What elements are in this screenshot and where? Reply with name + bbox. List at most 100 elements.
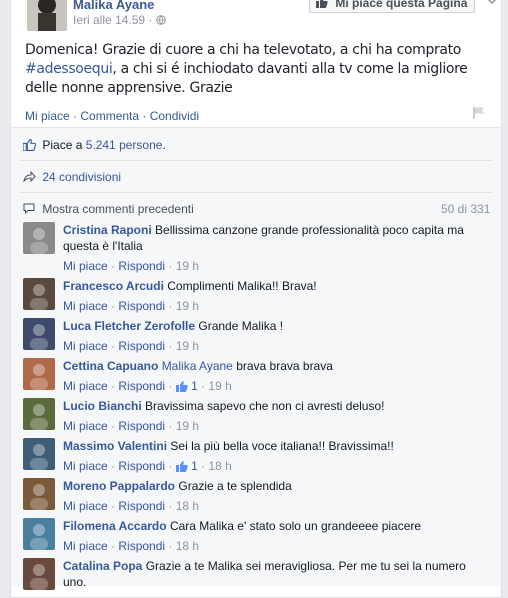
- comment-time[interactable]: 19 h: [176, 339, 199, 353]
- commenter-name[interactable]: Francesco Arcudi: [63, 279, 164, 293]
- comment-like-link[interactable]: Mi piace: [63, 459, 108, 473]
- post-header: Malika Ayane Ieri alle 14.59 · Mi piace …: [11, 0, 501, 33]
- comment-meta: Mi piace · Rispondi · 18 h: [63, 538, 483, 554]
- comment-like-link[interactable]: Mi piace: [63, 339, 108, 353]
- separator: ·: [165, 499, 176, 513]
- comment-text: Sei la più bella voce italiana!! Braviss…: [170, 439, 394, 453]
- comment-text-line: Catalina Popa Grazie a te Malika sei mer…: [63, 558, 483, 590]
- likes-prefix: Piace a: [42, 138, 86, 152]
- comment-meta: Mi piace · Rispondi · 1 · 19 h: [63, 378, 483, 396]
- comment-time[interactable]: 19 h: [208, 379, 231, 393]
- flag-icon[interactable]: [472, 106, 486, 120]
- previous-comments-label[interactable]: Mostra commenti precedenti: [42, 202, 193, 216]
- comment-time[interactable]: 19 h: [176, 419, 199, 433]
- comment-time[interactable]: 19 h: [176, 299, 199, 313]
- comment-reply-link[interactable]: Rispondi: [118, 339, 165, 353]
- commenter-name[interactable]: Moreno Pappalardo: [63, 479, 175, 493]
- comment-reply-link[interactable]: Rispondi: [118, 299, 165, 313]
- post-time-text[interactable]: Ieri alle 14.59 ·: [73, 13, 156, 27]
- globe-icon: [155, 13, 166, 27]
- commenter-avatar[interactable]: [23, 358, 55, 390]
- hashtag-link[interactable]: #adessoequi: [25, 61, 113, 77]
- comment-like-link[interactable]: Mi piace: [63, 419, 108, 433]
- commenter-avatar[interactable]: [23, 518, 55, 550]
- comment-body: Luca Fletcher Zerofolle Grande Malika ! M…: [63, 318, 483, 354]
- comment-time[interactable]: 18 h: [176, 539, 199, 553]
- post-timestamp[interactable]: Ieri alle 14.59 ·: [73, 13, 166, 27]
- like-action[interactable]: Mi piace: [25, 109, 70, 123]
- commenter-name[interactable]: Lucio Bianchi: [63, 399, 142, 413]
- comment-time[interactable]: 19 h: [176, 259, 199, 273]
- likes-count-link[interactable]: 5.241 persone: [86, 138, 163, 152]
- comment-body: Catalina Popa Grazie a te Malika sei mer…: [63, 558, 483, 590]
- commenter-avatar[interactable]: [23, 278, 55, 310]
- comment-reply-link[interactable]: Rispondi: [118, 259, 165, 273]
- like-page-label: Mi piace questa Pagina: [335, 0, 468, 10]
- commenter-avatar[interactable]: [23, 318, 55, 350]
- separator: ·: [165, 339, 176, 353]
- comment-body: Lucio Bianchi Bravissima sapevo che non …: [63, 398, 483, 434]
- shares-summary[interactable]: 24 condivisioni: [23, 170, 121, 184]
- share-arrow-icon: [23, 170, 42, 184]
- commenter-name[interactable]: Cettina Capuano: [63, 359, 158, 373]
- comment-likes-count[interactable]: 1: [175, 459, 198, 476]
- commenter-name[interactable]: Filomena Accardo: [63, 519, 167, 533]
- comment-body: Francesco Arcudi Complimenti Malika!! Br…: [63, 278, 483, 314]
- previous-comments-link[interactable]: Mostra commenti precedenti: [23, 202, 194, 216]
- comment-reply-link[interactable]: Rispondi: [118, 379, 165, 393]
- comment-meta: Mi piace · Rispondi · 1 · 18 h: [63, 458, 483, 476]
- comment-likes-count[interactable]: 1: [175, 379, 198, 396]
- commenter-name[interactable]: Catalina Popa: [63, 559, 142, 573]
- like-icon: [175, 460, 188, 476]
- comment-reply-link[interactable]: Rispondi: [118, 459, 165, 473]
- page-avatar[interactable]: [27, 0, 67, 31]
- comments-counter: 50 di 331: [441, 202, 491, 216]
- comment-like-link[interactable]: Mi piace: [63, 499, 108, 513]
- separator: ·: [107, 299, 119, 313]
- post-card: Malika Ayane Ieri alle 14.59 · Mi piace …: [10, 0, 502, 598]
- comment-text: Grazie a te splendida: [178, 479, 292, 493]
- mention-link[interactable]: Malika Ayane: [162, 359, 233, 373]
- commenter-avatar[interactable]: [23, 398, 55, 430]
- page-name-link[interactable]: Malika Ayane: [73, 0, 154, 12]
- divider: [19, 160, 493, 161]
- commenter-avatar[interactable]: [23, 478, 55, 510]
- comment-time[interactable]: 18 h: [176, 499, 199, 513]
- comment-text-line: Cettina Capuano Malika Ayane brava brava…: [63, 358, 483, 374]
- share-action[interactable]: Condividi: [150, 109, 199, 123]
- comment-reply-link[interactable]: Rispondi: [118, 419, 165, 433]
- comment-reply-link[interactable]: Rispondi: [118, 499, 165, 513]
- comment-like-link[interactable]: Mi piace: [63, 539, 108, 553]
- like-page-button[interactable]: Mi piace questa Pagina: [309, 0, 475, 13]
- comment-like-link[interactable]: Mi piace: [63, 379, 108, 393]
- commenter-avatar[interactable]: [23, 558, 55, 590]
- separator: ·: [69, 109, 81, 123]
- comment-body: Cristina Raponi Bellissima canzone grand…: [63, 222, 483, 274]
- comment-text-line: Lucio Bianchi Bravissima sapevo che non …: [63, 398, 483, 414]
- comment-meta: Mi piace · Rispondi · 19 h: [63, 418, 483, 434]
- commenter-name[interactable]: Luca Fletcher Zerofolle: [63, 319, 195, 333]
- comment-text: brava brava brava: [236, 359, 333, 373]
- commenter-avatar[interactable]: [23, 222, 55, 254]
- likes-summary: Piace a 5.241 persone.: [22, 138, 166, 152]
- shares-count[interactable]: 24 condivisioni: [42, 170, 121, 184]
- separator: ·: [139, 109, 150, 123]
- comment-reply-link[interactable]: Rispondi: [118, 539, 165, 553]
- separator: ·: [165, 379, 176, 393]
- like-icon: [22, 138, 42, 152]
- comment-meta: Mi piace · Rispondi · 19 h: [63, 338, 483, 354]
- comment-text-line: Luca Fletcher Zerofolle Grande Malika !: [63, 318, 483, 334]
- chevron-down-icon[interactable]: [487, 0, 497, 9]
- comment-like-link[interactable]: Mi piace: [63, 259, 108, 273]
- comment-meta: Mi piace · Rispondi · 19 h: [63, 258, 483, 274]
- like-icon: [175, 380, 188, 396]
- comment-text-line: Massimo Valentini Sei la più bella voce …: [63, 438, 483, 454]
- commenter-name[interactable]: Cristina Raponi: [63, 223, 152, 237]
- commenter-name[interactable]: Massimo Valentini: [63, 439, 167, 453]
- comment-text-line: Cristina Raponi Bellissima canzone grand…: [63, 222, 483, 254]
- comment-time[interactable]: 18 h: [208, 459, 231, 473]
- comment-text: Complimenti Malika!! Brava!: [167, 279, 317, 293]
- comment-like-link[interactable]: Mi piace: [63, 299, 108, 313]
- commenter-avatar[interactable]: [23, 438, 55, 470]
- comment-action[interactable]: Commenta: [80, 109, 139, 123]
